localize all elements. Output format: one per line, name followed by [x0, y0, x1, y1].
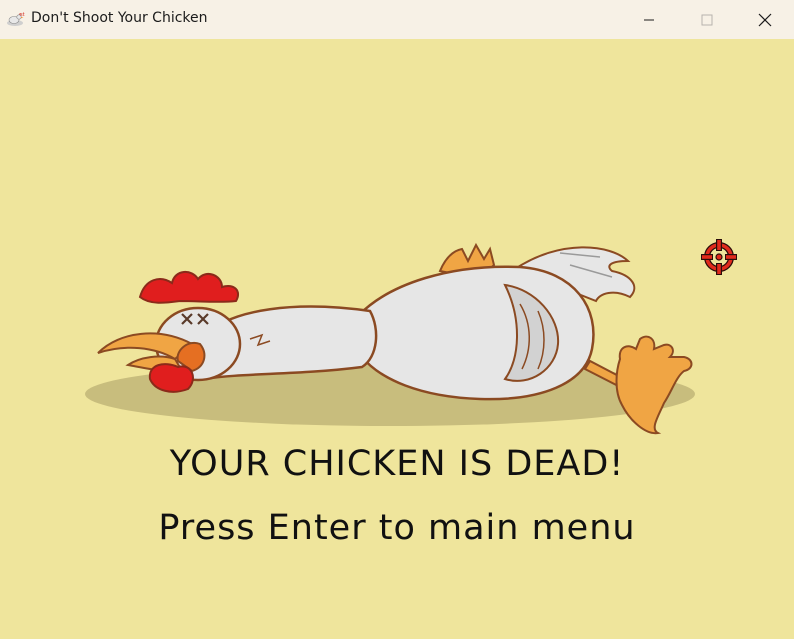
game-window: st Don't Shoot Your Chicken YOUR CHICKEN… — [0, 0, 794, 639]
close-icon — [758, 13, 772, 26]
window-title: Don't Shoot Your Chicken — [31, 10, 208, 26]
maximize-icon — [701, 14, 713, 25]
game-over-message: YOUR CHICKEN IS DEAD! — [169, 444, 625, 484]
svg-text:st: st — [20, 12, 25, 18]
game-canvas[interactable]: YOUR CHICKEN IS DEAD! Press Enter to mai… — [0, 39, 794, 639]
chicken-app-icon: st — [7, 12, 25, 26]
close-button[interactable] — [742, 0, 788, 39]
maximize-button[interactable] — [684, 0, 730, 39]
minimize-icon — [644, 19, 654, 20]
dead-chicken-illustration — [85, 242, 695, 435]
return-to-menu-prompt: Press Enter to main menu — [158, 508, 636, 548]
minimize-button[interactable] — [626, 0, 672, 39]
title-bar[interactable]: st Don't Shoot Your Chicken — [0, 0, 794, 39]
crosshair-icon — [701, 239, 737, 275]
